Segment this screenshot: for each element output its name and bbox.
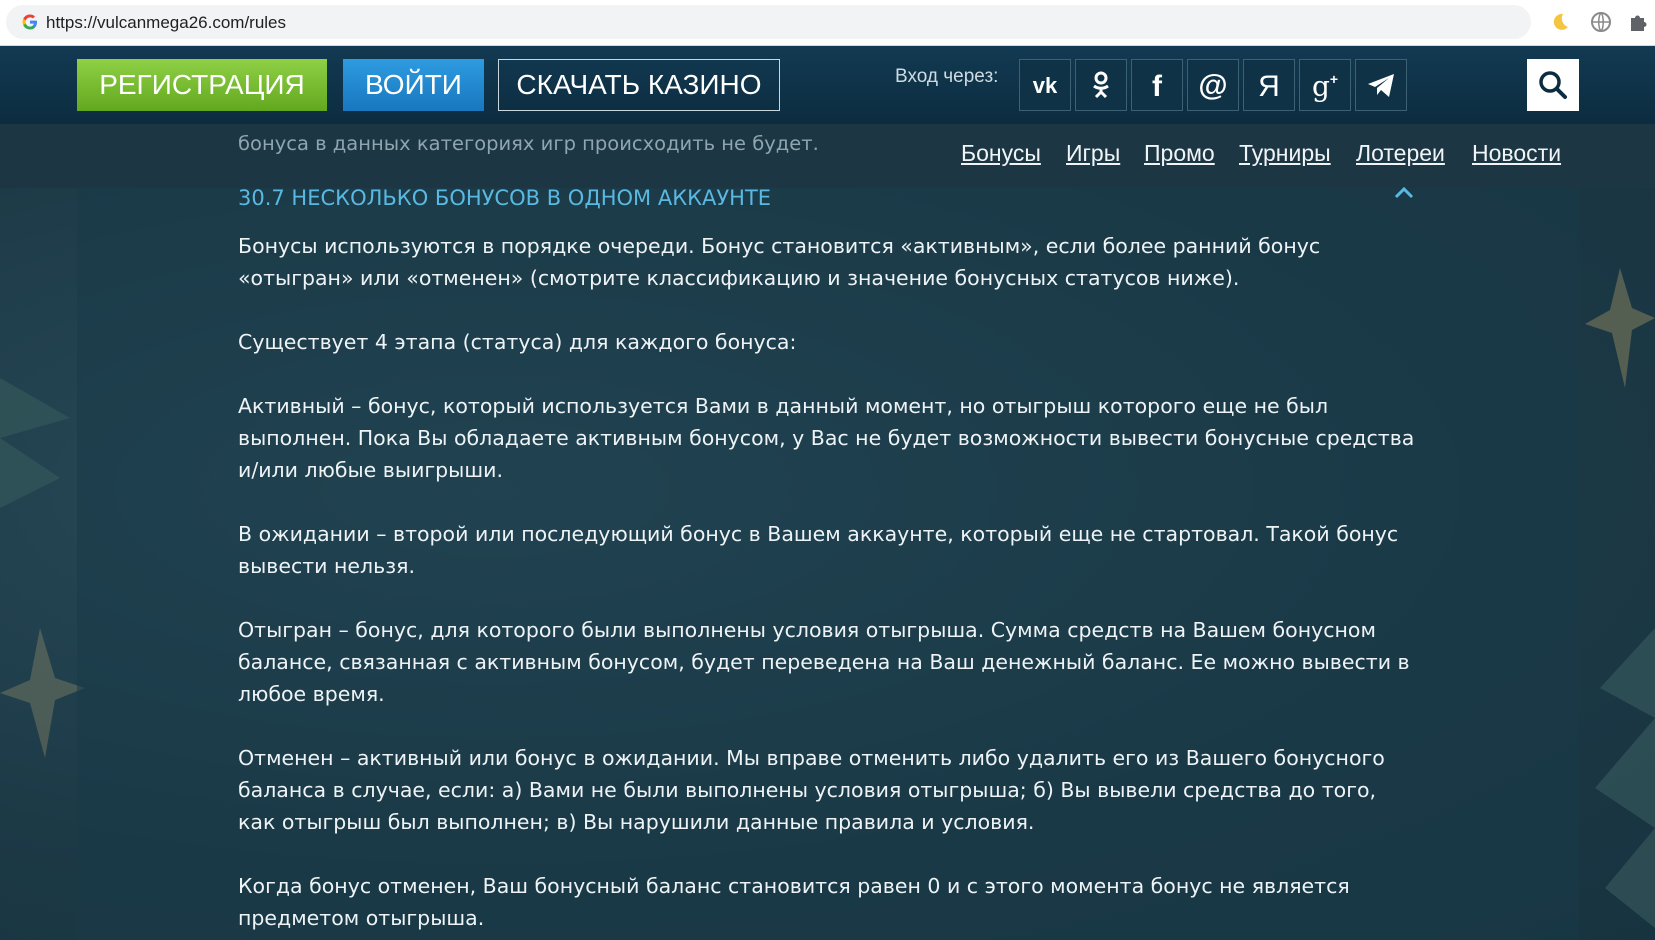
nav-link-lotteries[interactable]: Лотереи bbox=[1356, 140, 1445, 167]
nav-link-bonuses[interactable]: Бонусы bbox=[961, 140, 1041, 167]
svg-text:@: @ bbox=[1198, 69, 1227, 102]
moon-icon[interactable] bbox=[1549, 11, 1571, 33]
yandex-icon: Я bbox=[1258, 70, 1280, 102]
odnoklassniki-login-button[interactable] bbox=[1075, 59, 1127, 111]
rule-paragraph: Существует 4 этапа (статуса) для каждого… bbox=[238, 330, 797, 354]
browser-toolbar: https://vulcanmega26.com/rules bbox=[0, 0, 1655, 46]
download-casino-button[interactable]: СКАЧАТЬ КАЗИНО bbox=[498, 59, 780, 111]
facebook-login-button[interactable]: f bbox=[1131, 59, 1183, 111]
rule-paragraph: Отменен – активный или бонус в ожидании.… bbox=[238, 746, 1385, 834]
site-header: РЕГИСТРАЦИЯ ВОЙТИ СКАЧАТЬ КАЗИНО Вход че… bbox=[0, 46, 1655, 124]
svg-text:Я: Я bbox=[1258, 70, 1280, 102]
svg-text:f: f bbox=[1152, 70, 1163, 102]
rule-paragraph: Бонусы используются в порядке очереди. Б… bbox=[238, 234, 1321, 290]
rule-paragraph: Отыгран – бонус, для которого были выпол… bbox=[238, 618, 1410, 706]
odnoklassniki-icon bbox=[1093, 71, 1109, 99]
rule-paragraph: Когда бонус отменен, Ваш бонусный баланс… bbox=[238, 874, 1350, 930]
nav-link-news[interactable]: Новости bbox=[1472, 140, 1561, 167]
chevron-up-icon[interactable] bbox=[1393, 185, 1415, 199]
mailru-icon: @ bbox=[1198, 69, 1227, 102]
facebook-icon: f bbox=[1152, 70, 1163, 102]
svg-text:vk: vk bbox=[1033, 73, 1058, 98]
yandex-login-button[interactable]: Я bbox=[1243, 59, 1295, 111]
search-button[interactable] bbox=[1527, 59, 1579, 111]
nav-link-promo[interactable]: Промо bbox=[1144, 140, 1215, 167]
telegram-login-button[interactable] bbox=[1355, 59, 1407, 111]
svg-text:+: + bbox=[1330, 71, 1338, 87]
star-decoration bbox=[1585, 268, 1655, 388]
section-title[interactable]: 30.7 НЕСКОЛЬКО БОНУСОВ В ОДНОМ АККАУНТЕ bbox=[238, 186, 771, 210]
register-button[interactable]: РЕГИСТРАЦИЯ bbox=[77, 59, 327, 111]
rule-paragraph: Активный – бонус, который используется В… bbox=[238, 394, 1415, 482]
login-button[interactable]: ВОЙТИ bbox=[343, 59, 484, 111]
mailru-login-button[interactable]: @ bbox=[1187, 59, 1239, 111]
googleplus-login-button[interactable]: g + bbox=[1299, 59, 1351, 111]
nav-link-games[interactable]: Игры bbox=[1066, 140, 1120, 167]
nav-link-tournaments[interactable]: Турниры bbox=[1239, 140, 1331, 167]
google-icon bbox=[22, 14, 37, 30]
puzzle-icon[interactable] bbox=[1627, 11, 1649, 33]
previous-section-text: бонуса в данных категориях игр происходи… bbox=[238, 132, 819, 155]
address-bar[interactable]: https://vulcanmega26.com/rules bbox=[6, 5, 1531, 39]
globe-icon[interactable] bbox=[1590, 11, 1612, 33]
main-nav: бонуса в данных категориях игр происходи… bbox=[0, 124, 1655, 188]
vk-login-button[interactable]: vk bbox=[1019, 59, 1071, 111]
rule-paragraph: В ожидании – второй или последующий бону… bbox=[238, 522, 1399, 578]
url-text: https://vulcanmega26.com/rules bbox=[46, 13, 287, 32]
vk-icon: vk bbox=[1033, 73, 1058, 98]
login-via-label: Вход через: bbox=[895, 66, 999, 87]
googleplus-icon: g + bbox=[1312, 70, 1338, 102]
pine-branch-decoration bbox=[1595, 628, 1655, 928]
svg-text:g: g bbox=[1312, 70, 1330, 102]
pine-branch-decoration bbox=[0, 378, 70, 508]
search-icon bbox=[1539, 71, 1567, 99]
telegram-icon bbox=[1368, 74, 1394, 97]
